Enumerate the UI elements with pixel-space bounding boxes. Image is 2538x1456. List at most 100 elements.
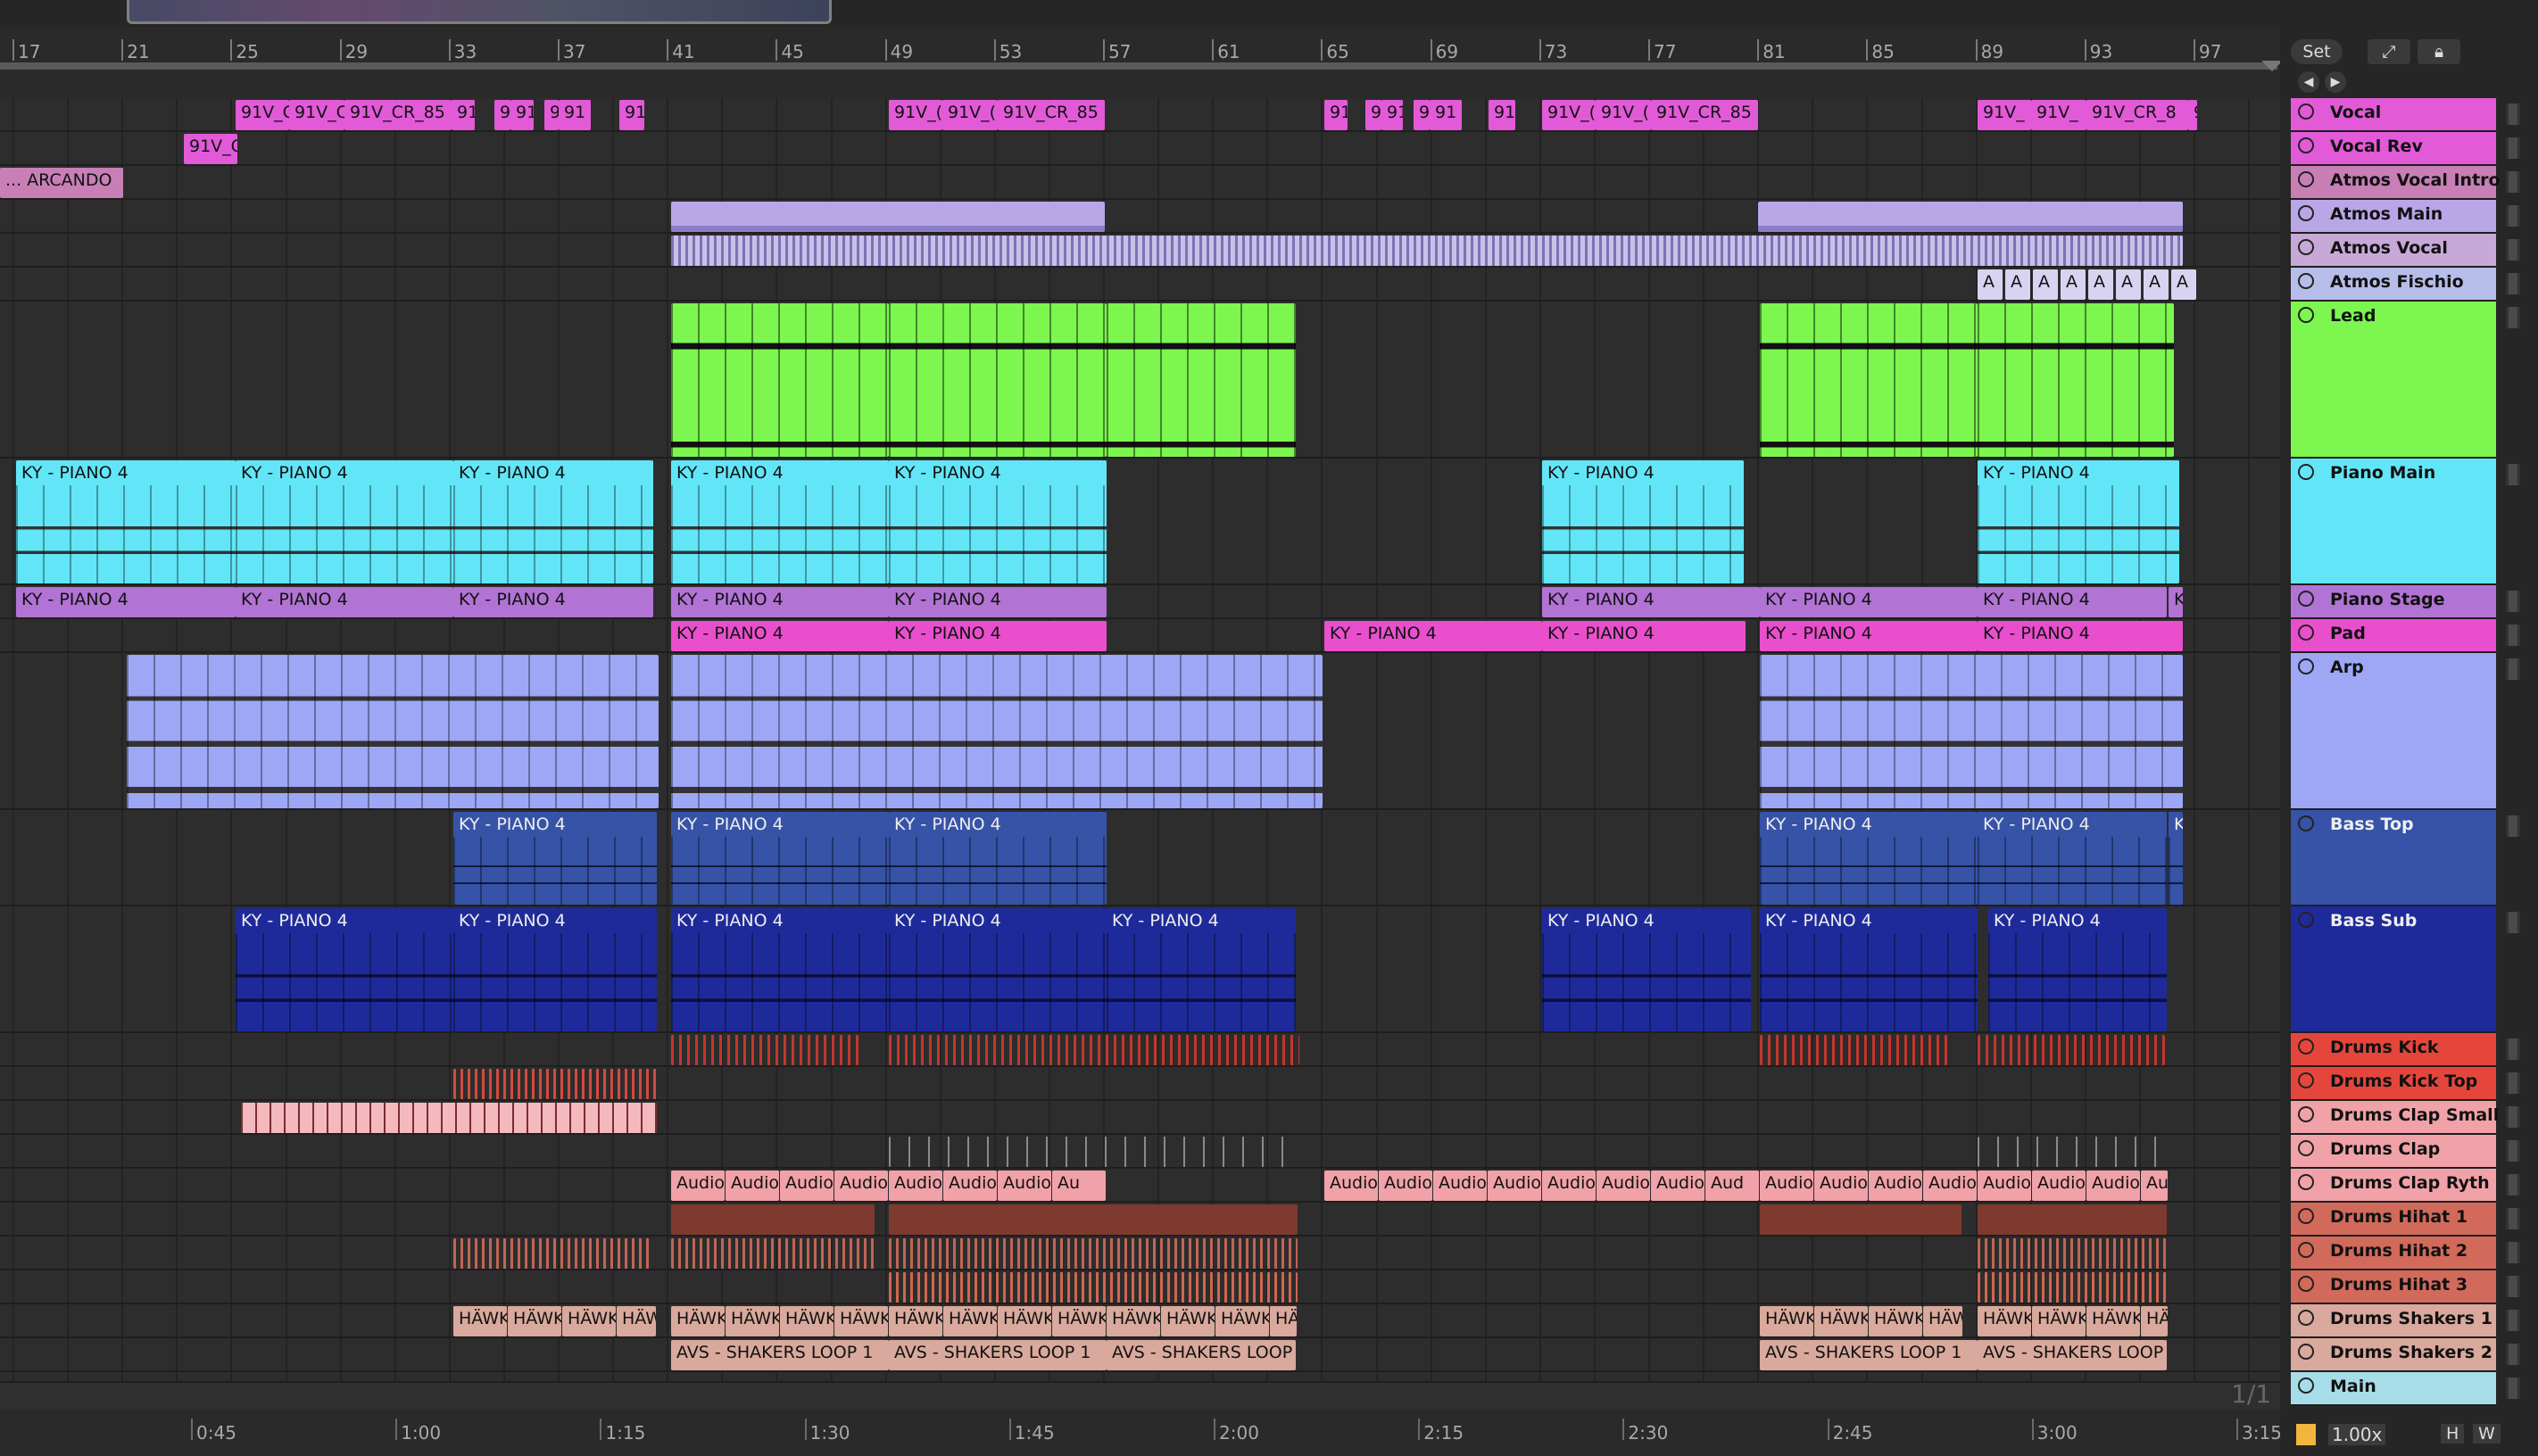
clip[interactable]: Audio: [726, 1171, 779, 1201]
clip[interactable]: KY - PIANO 4: [236, 587, 453, 617]
clip[interactable]: [127, 655, 659, 808]
clip[interactable]: KY - PIANO 4: [1542, 587, 1760, 617]
play-icon[interactable]: [2298, 137, 2314, 153]
clip[interactable]: 91: [1489, 100, 1515, 130]
clip[interactable]: [1978, 1137, 2172, 1167]
clip[interactable]: Au: [1052, 1171, 1106, 1201]
clip[interactable]: KY - PIANO 4: [1978, 812, 2167, 905]
play-icon[interactable]: [2298, 625, 2314, 641]
time-ruler[interactable]: 0:45 1:00 1:15 1:30 1:45 2:00 2:15 2:30 2:45 3:00…: [0, 1411, 2282, 1456]
clip[interactable]: KY - PIANO 4: [453, 587, 653, 617]
clip[interactable]: KY - PIANO 4: [1978, 460, 2179, 583]
clip[interactable]: KY - PIANO 4: [671, 621, 889, 651]
clip[interactable]: 9: [2188, 100, 2197, 130]
track-resize-handle[interactable]: [2506, 815, 2520, 837]
clip[interactable]: HÄWK: [834, 1306, 888, 1336]
expand-icon[interactable]: ⤢: [2368, 39, 2410, 64]
clip[interactable]: [889, 1272, 1298, 1303]
track-header[interactable]: Drums Clap: [2291, 1135, 2496, 1169]
clip[interactable]: KY - PIANO 4: [1978, 587, 2167, 617]
clip[interactable]: KY - PIANO 4: [889, 460, 1107, 583]
clip[interactable]: 91: [1381, 100, 1403, 130]
play-icon[interactable]: [2298, 1174, 2314, 1190]
set-button[interactable]: Set: [2291, 39, 2343, 64]
clip[interactable]: A: [2144, 269, 2169, 300]
clip[interactable]: [1758, 202, 2183, 232]
fold-icon[interactable]: [2298, 658, 2314, 674]
fold-icon[interactable]: [2298, 464, 2314, 480]
track-header[interactable]: Vocal Rev: [2291, 132, 2496, 166]
clip[interactable]: AVS - SHAKERS LOOP: [1978, 1340, 2167, 1370]
clip[interactable]: 9: [494, 100, 510, 130]
overview-viewport[interactable]: [127, 0, 832, 24]
clip[interactable]: KY - PIANO 4: [1988, 908, 2167, 1031]
clip[interactable]: Audio: [1597, 1171, 1650, 1201]
clip[interactable]: Audio: [1869, 1171, 1922, 1201]
track-header[interactable]: Atmos Main: [2291, 200, 2496, 234]
track-header[interactable]: Pad: [2291, 619, 2496, 653]
track-resize-handle[interactable]: [2506, 1072, 2520, 1094]
clip[interactable]: HÄWK: [508, 1306, 561, 1336]
track-resize-handle[interactable]: [2506, 591, 2520, 612]
clip[interactable]: A: [2061, 269, 2086, 300]
track-resize-handle[interactable]: [2506, 205, 2520, 227]
clip[interactable]: A: [1978, 269, 2003, 300]
clip[interactable]: KY - PIANO 4: [1542, 621, 1746, 651]
clip[interactable]: HÄWK: [1161, 1306, 1215, 1336]
clip[interactable]: Audio: [998, 1171, 1051, 1201]
clip[interactable]: A: [2005, 269, 2030, 300]
play-icon[interactable]: [2298, 1208, 2314, 1224]
track-header[interactable]: Vocal: [2291, 98, 2496, 132]
track-header[interactable]: Drums Clap Ryth: [2291, 1169, 2496, 1203]
track-resize-handle[interactable]: [2506, 1174, 2520, 1195]
clip[interactable]: 91: [1324, 100, 1348, 130]
clip[interactable]: KY - PIANO 4: [453, 908, 657, 1031]
clip[interactable]: HÄW: [1923, 1306, 1962, 1336]
fold-icon[interactable]: [2298, 307, 2314, 323]
track-lane[interactable]: [0, 132, 2280, 166]
play-icon[interactable]: [2298, 1072, 2314, 1088]
clip[interactable]: A: [2116, 269, 2141, 300]
clip[interactable]: 91V_C: [236, 100, 289, 130]
clip[interactable]: [453, 1238, 650, 1269]
track-header[interactable]: Drums Clap Small: [2291, 1101, 2499, 1135]
clip[interactable]: AVS - SHAKERS LOOP 1: [671, 1340, 889, 1370]
track-header[interactable]: Drums Hihat 1: [2291, 1203, 2496, 1237]
track-resize-handle[interactable]: [2506, 103, 2520, 125]
clip[interactable]: Audio: [1978, 1171, 2031, 1201]
clip[interactable]: KY - PIANO 4: [1760, 587, 1978, 617]
clip[interactable]: HÄWK: [2086, 1306, 2140, 1336]
clip[interactable]: Audio: [1814, 1171, 1868, 1201]
clip[interactable]: KY - PIANO 4: [1760, 812, 1978, 905]
clip[interactable]: [671, 1238, 875, 1269]
clip[interactable]: K: [2169, 587, 2183, 617]
clip[interactable]: KY - PIANO 4: [16, 460, 236, 583]
track-resize-handle[interactable]: [2506, 1106, 2520, 1128]
clip[interactable]: 9: [544, 100, 559, 130]
clip[interactable]: [241, 1103, 657, 1133]
clip[interactable]: Audio: [1923, 1171, 1977, 1201]
track-resize-handle[interactable]: [2506, 239, 2520, 261]
play-icon[interactable]: [2298, 171, 2314, 187]
clip[interactable]: [1978, 1204, 2167, 1235]
clip[interactable]: HÄWK: [1814, 1306, 1868, 1336]
clip[interactable]: [671, 1204, 875, 1235]
clip[interactable]: HÄWK: [1107, 1306, 1160, 1336]
track-resize-handle[interactable]: [2506, 625, 2520, 646]
track-resize-handle[interactable]: [2506, 1377, 2520, 1399]
play-icon[interactable]: [2298, 1140, 2314, 1156]
clip[interactable]: KY - PIANO 4: [671, 908, 889, 1031]
clip[interactable]: KY - PIANO 4: [453, 460, 653, 583]
track-header[interactable]: Arp: [2291, 653, 2496, 810]
clip[interactable]: [671, 1035, 858, 1065]
clip[interactable]: Audio: [1324, 1171, 1378, 1201]
clip[interactable]: KY - PIANO 4: [236, 460, 453, 583]
clip[interactable]: KY - PIANO 4: [671, 812, 889, 905]
clip[interactable]: Audio: [671, 1171, 725, 1201]
track-resize-handle[interactable]: [2506, 1208, 2520, 1229]
track-resize-handle[interactable]: [2506, 1242, 2520, 1263]
clip[interactable]: Audio: [1379, 1171, 1432, 1201]
clip[interactable]: Audio: [780, 1171, 834, 1201]
clip[interactable]: A: [2171, 269, 2196, 300]
clip[interactable]: [1978, 1272, 2167, 1303]
